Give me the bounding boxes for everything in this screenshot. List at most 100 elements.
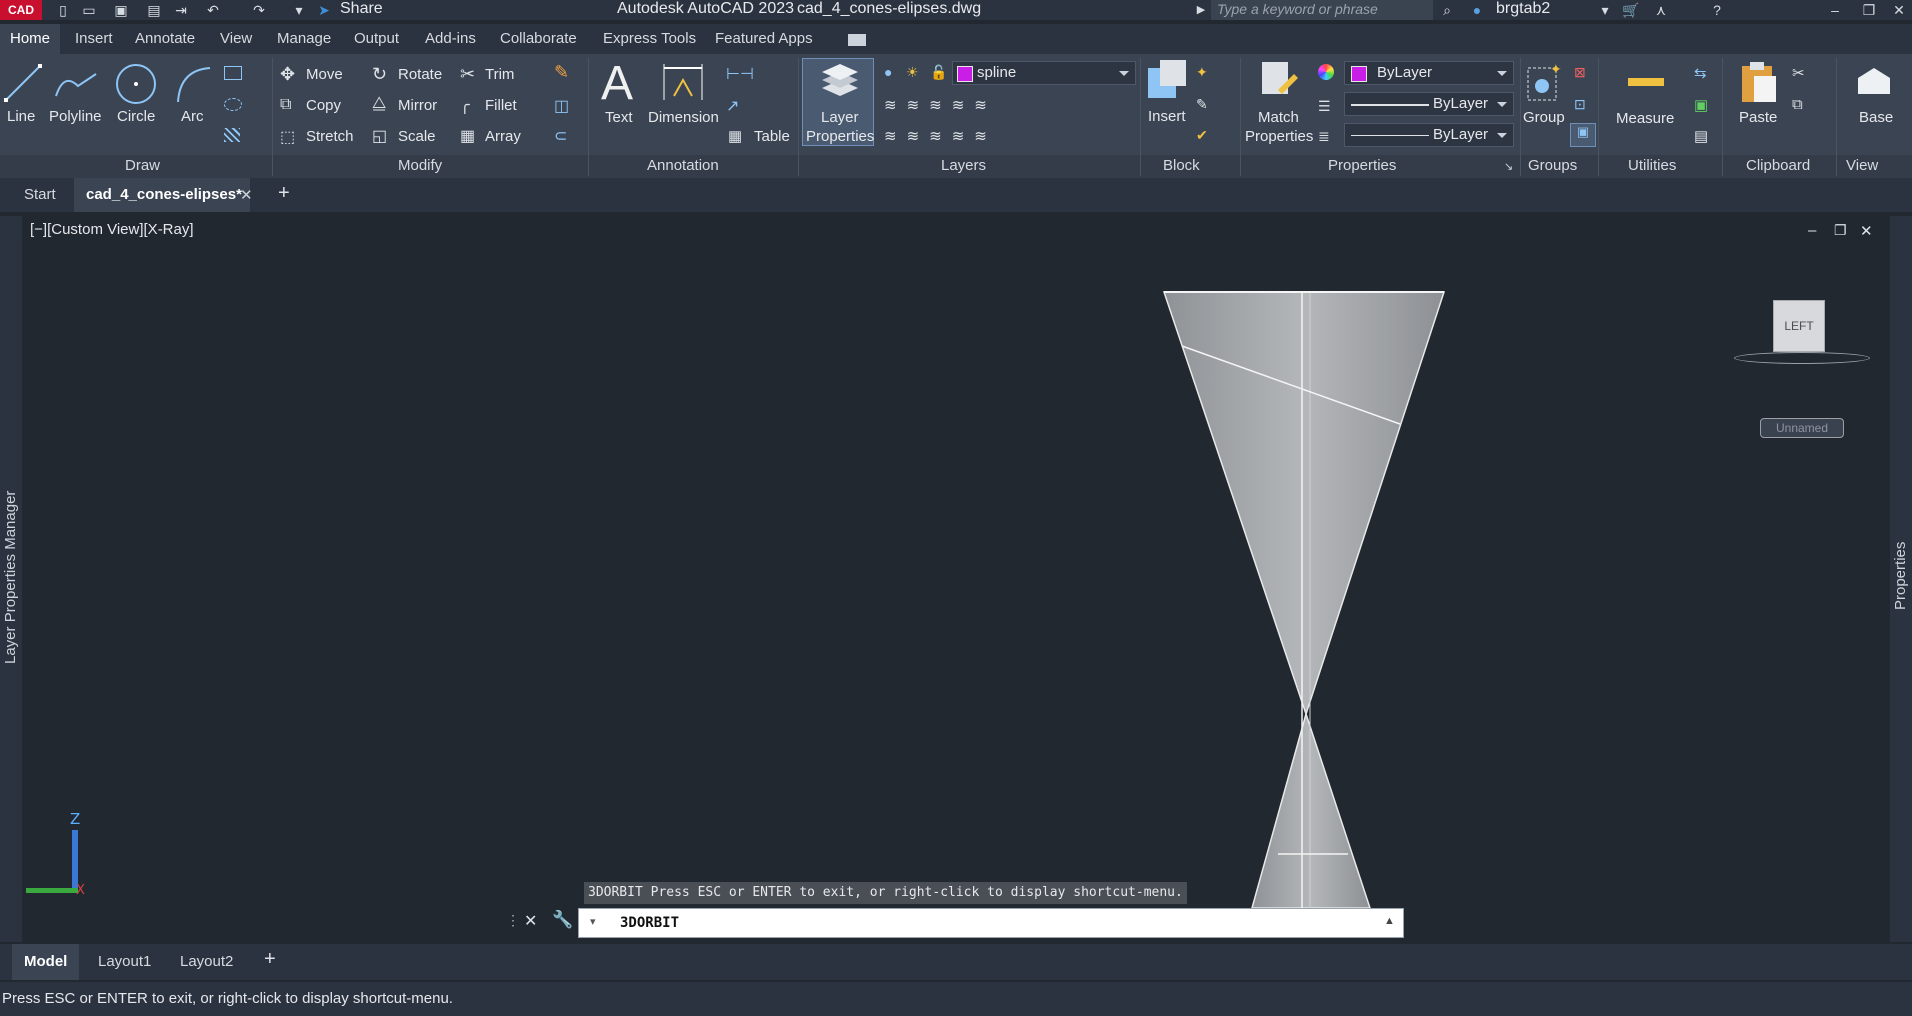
minimize-ribbon-icon[interactable] [848,34,866,46]
rectangle-icon[interactable] [224,66,242,80]
tab-insert[interactable]: Insert [75,24,113,54]
viewport-restore-icon[interactable]: ❐ [1834,222,1847,239]
calculator-icon[interactable]: ▤ [1694,127,1708,145]
close-tab-icon[interactable]: ✕ [240,186,253,204]
table-button[interactable]: Table [754,128,790,146]
search-expand-icon[interactable]: ▶ [1192,1,1210,19]
model-tab[interactable]: Model [12,944,80,980]
linear-dimension-icon[interactable]: ⊢⊣ [726,64,754,84]
layer-lock-icon[interactable]: 🔓 [930,64,947,81]
view-panel-title[interactable]: View [1846,156,1878,176]
create-block-icon[interactable]: ✦ [1196,64,1208,81]
offset-icon[interactable]: ⊂ [554,126,567,146]
insert-button[interactable]: Insert [1148,107,1186,126]
tab-featured-apps[interactable]: Featured Apps [715,24,813,54]
layer-freeze-icon[interactable]: ☀ [906,64,919,81]
command-close-icon[interactable]: ✕ [524,911,537,931]
color-dropdown[interactable]: ByLayer [1344,61,1514,85]
open-file-icon[interactable]: ▭ [80,1,98,19]
group-selection-toggle-icon[interactable]: ▣ [1570,123,1596,147]
share-button[interactable]: Share [340,0,383,18]
command-recent-icon[interactable]: ▾ [590,915,596,928]
array-button[interactable]: Array [485,128,521,146]
tab-collaborate[interactable]: Collaborate [500,24,577,54]
layer-tools-row-2[interactable]: ≋≋≋≋≋ [884,127,997,145]
redo-icon[interactable]: ↷ [250,1,268,19]
new-layout-icon[interactable]: + [264,948,276,971]
tab-add-ins[interactable]: Add-ins [425,24,476,54]
leader-icon[interactable]: ↗ [726,96,739,116]
user-icon[interactable]: ● [1468,1,1486,19]
text-button[interactable]: Text [605,108,633,127]
tab-view[interactable]: View [220,24,252,54]
ungroup-icon[interactable]: ⊠ [1574,64,1586,81]
hourglass-cones-model[interactable] [1160,284,1460,908]
document-tab[interactable]: cad_4_cones-elipses* [74,178,250,212]
fillet-button[interactable]: Fillet [485,97,517,115]
group-edit-icon[interactable]: ⊡ [1574,96,1586,113]
viewcube-face[interactable]: LEFT [1773,300,1825,352]
layers-panel-title[interactable]: Layers [941,156,986,176]
viewport-close-icon[interactable]: ✕ [1860,222,1873,240]
polyline-button[interactable]: Polyline [49,108,102,126]
copy-clip-icon[interactable]: ⧉ [1792,96,1803,113]
tab-manage[interactable]: Manage [277,24,331,54]
undo-icon[interactable]: ↶ [204,1,222,19]
user-menu-chevron-icon[interactable]: ▾ [1596,1,1614,19]
draw-panel-title[interactable]: Draw [125,156,160,176]
layout1-tab[interactable]: Layout1 [98,944,151,980]
tab-express-tools[interactable]: Express Tools [603,24,696,54]
line-button[interactable]: Line [7,108,35,126]
start-tab[interactable]: Start [24,178,56,212]
paste-button[interactable]: Paste [1739,108,1777,127]
help-icon[interactable]: ? [1708,1,1726,19]
modify-panel-title[interactable]: Modify [398,156,442,176]
circle-button[interactable]: Circle [117,108,155,126]
layer-tools-row-1[interactable]: ≋≋≋≋≋ [884,96,997,114]
command-customize-icon[interactable]: 🔧 [552,910,573,930]
save-icon[interactable]: ▣ [112,1,130,19]
explode-icon[interactable]: ◫ [554,96,569,116]
a360-icon[interactable]: ⋏ [1652,1,1670,19]
rotate-button[interactable]: Rotate [398,66,442,84]
tab-output[interactable]: Output [354,24,399,54]
new-tab-icon[interactable]: + [278,182,290,205]
minimize-icon[interactable]: – [1826,1,1844,19]
linetype-dropdown[interactable]: ByLayer [1344,92,1514,116]
viewcube-compass-ring[interactable] [1734,352,1870,364]
arc-button[interactable]: Arc [181,108,204,126]
layer-dropdown[interactable]: spline [952,61,1136,85]
dimension-button[interactable]: Dimension [648,108,719,127]
utilities-panel-title[interactable]: Utilities [1628,156,1676,176]
measure-button[interactable]: Measure [1616,109,1674,128]
viewport-controls-label[interactable]: [−][Custom View][X-Ray] [30,221,194,238]
select-all-icon[interactable]: ▣ [1694,96,1708,114]
command-grip-icon[interactable]: ⋮ [506,912,520,929]
block-attributes-icon[interactable]: ✔ [1196,127,1208,144]
new-file-icon[interactable]: ▯ [54,1,72,19]
quick-select-icon[interactable]: ⇆ [1694,64,1707,82]
layer-on-icon[interactable]: ● [884,64,892,80]
properties-launcher-icon[interactable]: ↘ [1504,160,1513,173]
search-input[interactable]: Type a keyword or phrase [1211,0,1433,20]
command-input[interactable] [578,908,1404,938]
scale-button[interactable]: Scale [398,128,436,146]
drawing-viewport[interactable] [22,216,1888,942]
clipboard-panel-title[interactable]: Clipboard [1746,156,1810,176]
layout2-tab[interactable]: Layout2 [180,944,233,980]
lineweight-dropdown[interactable]: ByLayer [1344,123,1514,147]
trim-button[interactable]: Trim [485,66,514,84]
search-icon[interactable]: ⌕ [1438,1,1456,19]
base-button[interactable]: Base [1859,108,1893,127]
restore-icon[interactable]: ❐ [1860,1,1878,19]
copy-button[interactable]: Copy [306,97,341,115]
annotation-panel-title[interactable]: Annotation [647,156,719,176]
layer-properties-manager-tab[interactable]: Layer Properties Manager [2,491,19,664]
close-icon[interactable]: ✕ [1890,1,1908,19]
mirror-button[interactable]: Mirror [398,97,437,115]
match-properties-label-2[interactable]: Properties [1245,127,1313,146]
autocad-logo[interactable]: CAD [0,0,42,20]
tab-annotate[interactable]: Annotate [135,24,195,54]
ellipse-icon[interactable] [224,98,242,111]
save-as-icon[interactable]: ▤ [145,1,163,19]
